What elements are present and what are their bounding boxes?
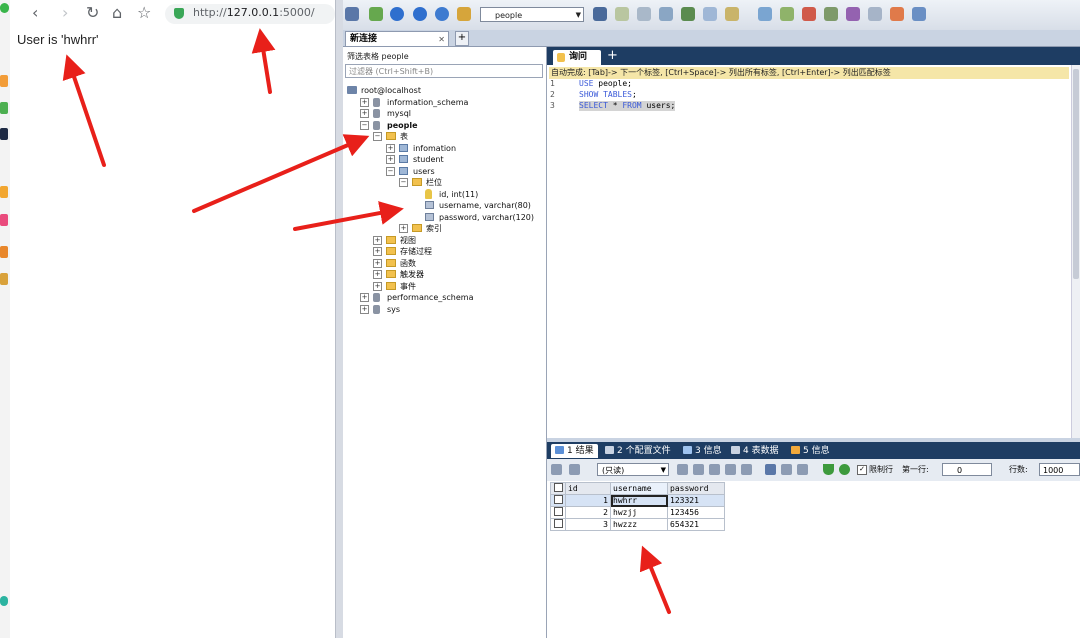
annotation-arrow [62,54,106,167]
annotation-arrow [192,134,370,213]
annotation-arrow [639,545,671,614]
annotation-arrow [251,28,276,94]
annotation-arrows [62,28,671,614]
annotation-arrow [293,201,404,231]
